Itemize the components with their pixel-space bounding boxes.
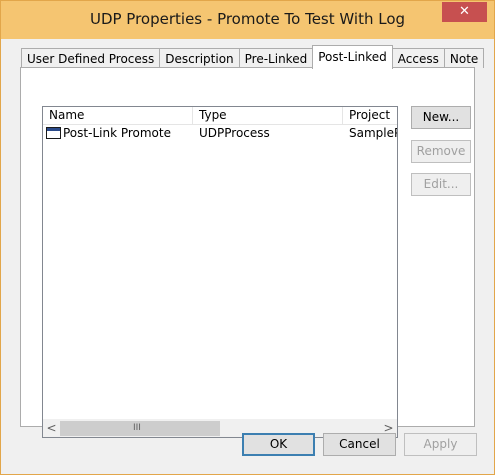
new-button[interactable]: New... xyxy=(411,106,471,129)
linked-process-list[interactable]: Name Type Project Post-Link Promote UDPP… xyxy=(42,106,398,438)
tab-access[interactable]: Access xyxy=(391,48,445,68)
close-icon: ✕ xyxy=(459,4,470,19)
tab-description[interactable]: Description xyxy=(159,48,240,68)
tab-note[interactable]: Note xyxy=(443,48,485,68)
title-bar[interactable]: UDP Properties - Promote To Test With Lo… xyxy=(1,1,494,39)
remove-button[interactable]: Remove xyxy=(411,140,471,163)
list-item[interactable]: Post-Link Promote UDPProcess SamplePr xyxy=(43,125,397,142)
process-window-icon xyxy=(46,127,61,139)
post-linked-panel: Name Type Project Post-Link Promote UDPP… xyxy=(20,67,475,438)
tab-strip: User Defined Process Description Pre-Lin… xyxy=(21,43,485,69)
item-type: UDPProcess xyxy=(199,126,270,140)
apply-button[interactable]: Apply xyxy=(404,433,477,456)
tab-user-defined-process[interactable]: User Defined Process xyxy=(21,48,161,68)
ok-button[interactable]: OK xyxy=(242,433,315,456)
scroll-left-icon[interactable]: < xyxy=(43,420,60,437)
column-header-type[interactable]: Type xyxy=(193,107,343,124)
cancel-button[interactable]: Cancel xyxy=(323,433,396,456)
edit-button[interactable]: Edit... xyxy=(411,173,471,196)
dialog-body: User Defined Process Description Pre-Lin… xyxy=(8,39,487,467)
dialog-window: UDP Properties - Promote To Test With Lo… xyxy=(0,0,495,475)
tab-pre-linked[interactable]: Pre-Linked xyxy=(238,48,314,68)
item-project: SamplePr xyxy=(349,126,397,140)
tab-post-linked[interactable]: Post-Linked xyxy=(312,45,393,69)
window-title: UDP Properties - Promote To Test With Lo… xyxy=(89,10,406,28)
list-header: Name Type Project xyxy=(43,107,397,125)
scrollbar-thumb[interactable]: III xyxy=(60,421,220,436)
close-button[interactable]: ✕ xyxy=(442,2,487,22)
column-header-project[interactable]: Project xyxy=(343,107,397,124)
item-name: Post-Link Promote xyxy=(63,126,171,140)
scroll-grip-icon: III xyxy=(133,423,141,433)
column-header-name[interactable]: Name xyxy=(43,107,193,124)
